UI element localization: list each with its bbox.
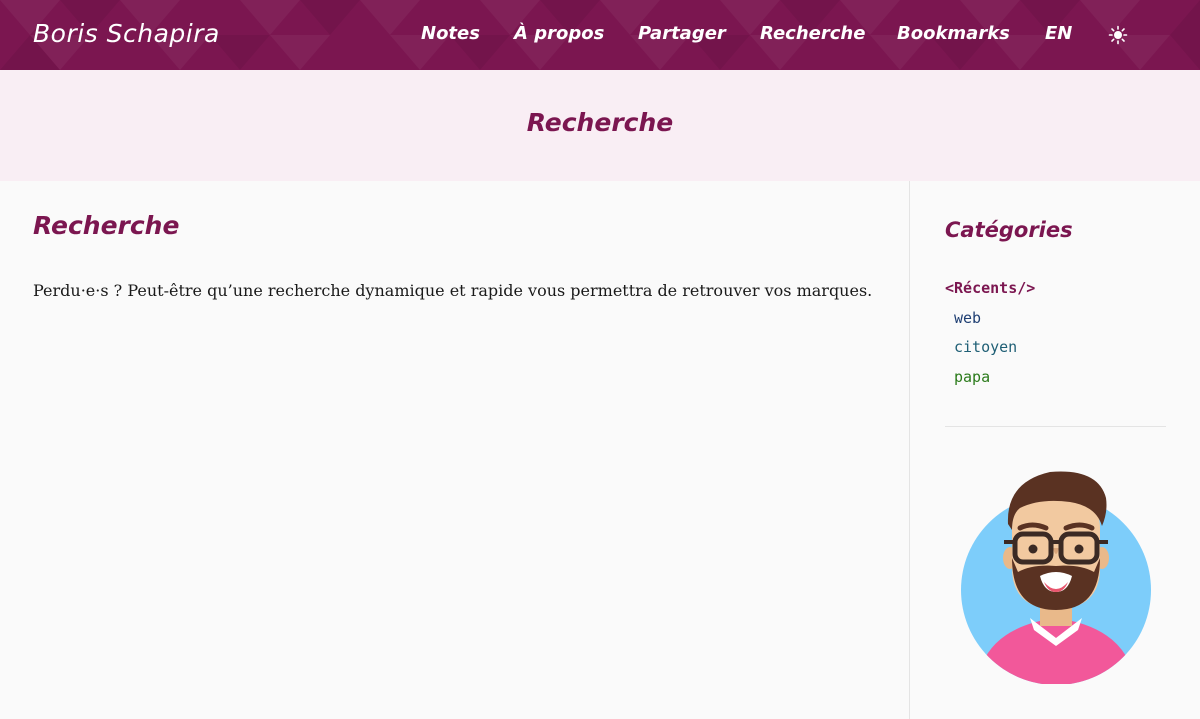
category-item-web: web — [954, 309, 1035, 339]
sidebar-divider — [945, 426, 1166, 427]
main-content: Recherche Perdu·e·s ? Peut-être qu’une r… — [0, 181, 909, 719]
page-title: Recherche — [526, 108, 674, 137]
page-hero: Recherche — [0, 70, 1200, 181]
sidebar: Catégories <Récents/> web citoyen papa — [909, 181, 1200, 719]
categories-heading: Catégories — [945, 218, 1073, 242]
sun-icon — [1108, 25, 1128, 45]
category-item-papa: papa — [954, 368, 1035, 398]
nav-link-notes[interactable]: Notes — [421, 23, 480, 44]
avatar-illustration — [961, 471, 1151, 684]
intro-paragraph: Perdu·e·s ? Peut-être qu’une recherche d… — [33, 281, 873, 300]
section-heading: Recherche — [33, 211, 180, 240]
category-list: <Récents/> web citoyen papa — [945, 279, 1035, 398]
theme-toggle-button[interactable] — [1108, 25, 1128, 45]
top-bar: Boris Schapira Notes À propos Partager R… — [0, 0, 1200, 70]
category-item-citoyen: citoyen — [954, 338, 1035, 368]
nav-link-a-propos[interactable]: À propos — [514, 23, 604, 44]
category-link-web[interactable]: web — [954, 309, 981, 327]
category-link-papa[interactable]: papa — [954, 368, 990, 386]
nav-link-partager[interactable]: Partager — [638, 23, 726, 44]
language-switch-link[interactable]: EN — [1045, 23, 1072, 44]
category-link-recents[interactable]: <Récents/> — [945, 279, 1035, 297]
category-link-citoyen[interactable]: citoyen — [954, 338, 1017, 356]
category-item-recents: <Récents/> — [945, 279, 1035, 309]
nav-link-bookmarks[interactable]: Bookmarks — [897, 23, 1010, 44]
main-nav: Notes À propos Partager Recherche Bookma… — [0, 0, 1200, 70]
nav-link-recherche[interactable]: Recherche — [760, 23, 865, 44]
